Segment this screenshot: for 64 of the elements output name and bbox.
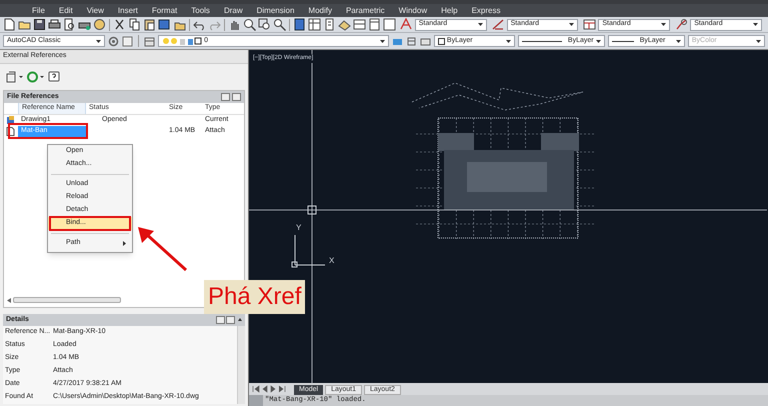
caret-icon[interactable] [380,40,385,42]
caret-icon[interactable] [506,40,511,42]
zoom-icon[interactable] [242,18,256,31]
menu-item[interactable]: Dimension [256,4,294,16]
scrollbar-thumb[interactable] [13,297,121,303]
match-properties-icon[interactable] [158,18,171,31]
submenu-arrow-icon[interactable] [123,241,126,246]
text-style-icon[interactable] [400,18,413,31]
menu-item[interactable]: Format [152,4,178,16]
menu-item[interactable]: Parametric [346,4,385,16]
table-style-icon[interactable] [583,18,596,31]
preview-icon[interactable] [63,18,76,31]
annotation-label: Phá Xref [204,280,306,314]
design-center-icon[interactable] [308,18,321,31]
menu-item[interactable]: Edit [58,4,73,16]
zoom-window-icon[interactable] [258,18,271,31]
save-icon[interactable] [33,18,46,31]
layer-match-icon[interactable] [406,36,417,46]
menu-item[interactable]: Express [472,4,500,16]
tool-palette-icon[interactable] [322,18,336,31]
caret-icon[interactable] [96,40,102,42]
caret-icon[interactable] [676,40,681,42]
vertical-scrollbar[interactable] [237,326,245,404]
menu-item[interactable]: Window [398,4,428,16]
dimension-style-icon[interactable] [492,18,505,31]
gear-icon[interactable] [108,36,120,46]
menu-item[interactable]: File [32,4,45,16]
menu-item[interactable]: Help [441,4,458,16]
properties-icon[interactable] [292,18,306,31]
annotation-arrow [136,226,188,272]
workspace-icon[interactable] [122,36,134,46]
ucs-axes-icon [292,234,326,268]
markup-icon[interactable] [352,18,366,31]
calculator-icon[interactable] [368,18,381,31]
caret-icon[interactable] [753,23,758,26]
multileader-style-icon[interactable] [675,18,688,31]
scroll-left-icon[interactable] [7,298,11,302]
line-sample-icon[interactable] [612,40,634,42]
caret-icon[interactable] [569,23,574,26]
menu-item[interactable]: View [86,4,104,16]
view-toggle-icon[interactable] [221,93,241,101]
cut-icon[interactable] [112,18,126,31]
crosshair-cursor-icon [249,50,767,384]
layer-state-icon[interactable] [162,36,202,46]
paste-icon[interactable] [142,18,156,31]
color-swatch-icon[interactable] [438,38,445,44]
caret-icon[interactable] [596,40,601,42]
menu-item[interactable]: Modify [308,4,332,16]
layer-properties-icon[interactable] [144,36,156,46]
attach-dropdown-icon[interactable] [6,71,24,83]
axis-label: X [329,255,334,267]
command-line-handle[interactable] [249,395,263,406]
view-toggle-icon[interactable] [216,316,242,324]
zoom-previous-icon[interactable] [272,18,286,31]
caret-icon[interactable] [478,23,483,26]
printer-icon[interactable] [48,18,61,31]
axis-label: Y [296,222,302,234]
caret-icon[interactable] [661,23,666,26]
copy-icon[interactable] [128,18,141,31]
layer-previous-icon[interactable] [420,36,431,46]
line-sample-icon[interactable] [522,40,562,42]
menu-item[interactable]: Draw [224,4,243,16]
menu-item[interactable]: Tools [191,4,210,16]
menu-item[interactable]: Insert [118,4,138,16]
